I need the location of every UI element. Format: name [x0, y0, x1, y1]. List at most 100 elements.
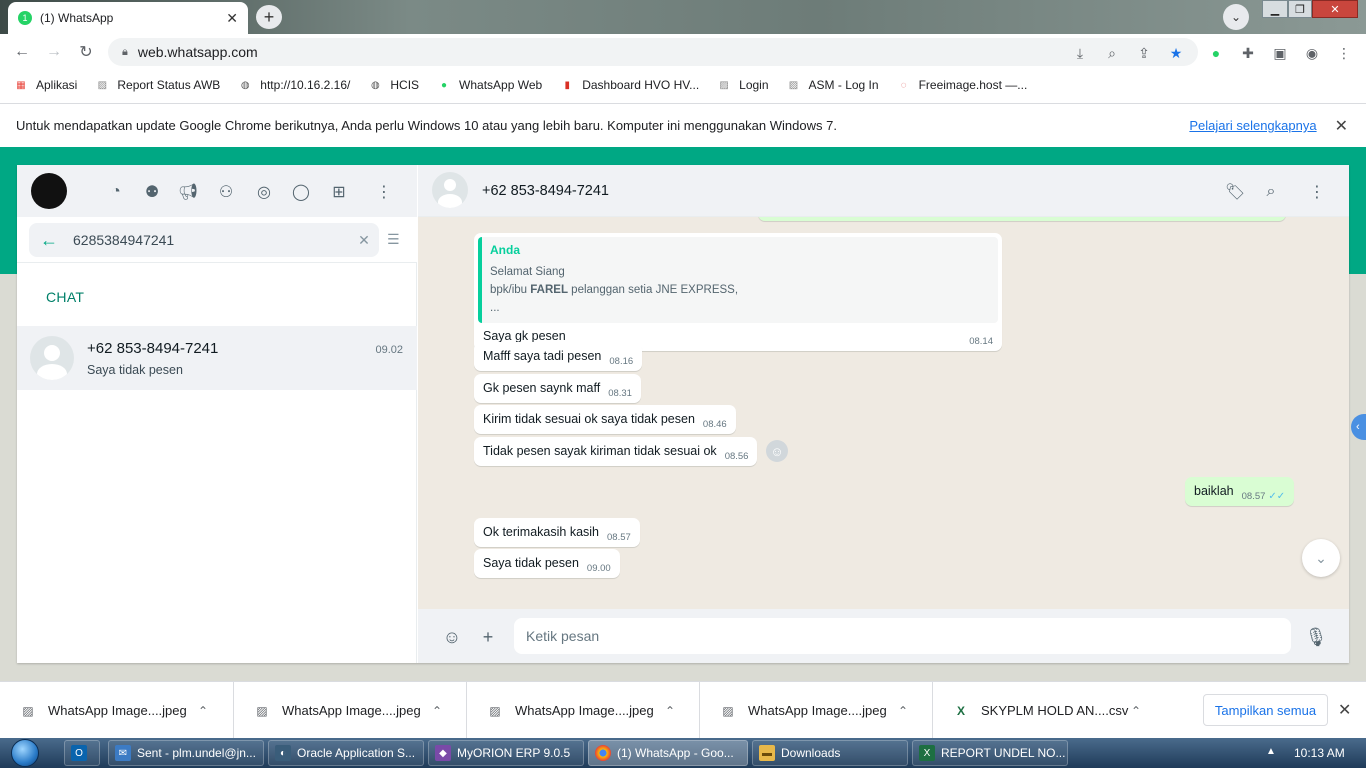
message-time: 08.31 [608, 388, 632, 399]
conversation-header[interactable]: +62 853-8494-7241 🏷︎ ⌕ ⋮ [418, 165, 1349, 217]
taskbar-oracle[interactable]: ◐ Oracle Application S... [268, 740, 424, 766]
download-options-chevron-icon[interactable]: ⌃ [198, 704, 208, 718]
clear-search-icon[interactable]: ✕ [349, 232, 379, 249]
message-bubble[interactable]: Mafff saya tadi pesen 08.16 [474, 342, 643, 371]
my-profile-avatar[interactable] [31, 173, 67, 209]
bookmark-dashboard-hvo[interactable]: ▮ Dashboard HVO HV... [560, 78, 699, 92]
back-arrow-icon[interactable]: ← [29, 230, 69, 251]
download-options-chevron-icon[interactable]: ⌃ [665, 704, 675, 718]
side-panel-toggle-icon[interactable]: ‹ [1351, 414, 1366, 440]
channels-icon[interactable]: ◎ [253, 181, 275, 203]
profile-avatar-icon[interactable]: ◉ [1302, 43, 1322, 63]
show-all-downloads-button[interactable]: Tampilkan semua [1203, 694, 1328, 726]
side-panel-icon[interactable]: ▣ [1270, 43, 1290, 63]
download-item[interactable]: ▨ WhatsApp Image....jpeg ⌃ [234, 682, 467, 739]
status-icon[interactable]: ◔ [105, 181, 127, 203]
download-options-chevron-icon[interactable]: ⌃ [1131, 704, 1141, 718]
search-value: 6285384947241 [73, 232, 175, 248]
tab-search-button[interactable]: ⌄ [1223, 4, 1249, 30]
extensions-puzzle-icon[interactable]: ✚ [1238, 43, 1258, 63]
back-button[interactable]: ← [12, 42, 32, 62]
bookmark-asm-login[interactable]: ▨ ASM - Log In [787, 78, 879, 92]
share-icon[interactable]: ⇪ [1134, 43, 1154, 63]
message-bubble[interactable]: Saya tidak pesen 09.00 [474, 549, 620, 578]
window-close-button[interactable]: ✕ [1312, 0, 1358, 18]
taskbar-excel-report[interactable]: X REPORT UNDEL NO... [912, 740, 1068, 766]
microphone-icon[interactable]: 🎙︎ [1304, 625, 1328, 649]
message-bubble-outgoing[interactable]: baiklah 08.57 ✓✓ [1185, 477, 1295, 506]
close-downloads-icon[interactable]: ✕ [1338, 700, 1351, 720]
taskbar-chrome-whatsapp[interactable]: (1) WhatsApp - Goo... [588, 740, 748, 766]
tray-expand-icon[interactable]: ▲ [1266, 746, 1276, 757]
message-bubble-quoted[interactable]: Anda Selamat Siang bpk/ibu FAREL pelangg… [474, 233, 1002, 351]
download-item[interactable]: ▨ WhatsApp Image....jpeg ⌃ [0, 682, 234, 739]
scroll-to-bottom-button[interactable]: ⌄ [1302, 539, 1340, 577]
browser-menu-icon[interactable]: ⋮ [1334, 43, 1354, 63]
add-contact-icon[interactable]: ⚉ [141, 181, 163, 203]
download-filename: WhatsApp Image....jpeg [515, 703, 654, 718]
excel-icon: X [919, 745, 935, 761]
search-icon[interactable]: ⌕ [1260, 181, 1282, 203]
download-options-chevron-icon[interactable]: ⌃ [432, 704, 442, 718]
chats-icon[interactable]: ◯ [290, 181, 312, 203]
system-clock[interactable]: 10:13 AM [1294, 746, 1345, 760]
forward-button[interactable]: → [44, 42, 64, 62]
menu-icon[interactable]: ⋮ [373, 181, 395, 203]
new-chat-icon[interactable]: ⊞ [328, 181, 350, 203]
conversation-contact-name[interactable]: +62 853-8494-7241 [482, 183, 609, 199]
image-file-icon: ▨ [22, 703, 34, 718]
download-item[interactable]: X SKYPLM HOLD AN....csv ⌃ [933, 682, 1166, 739]
label-tag-icon[interactable]: 🏷︎ [1224, 181, 1246, 203]
message-input[interactable] [514, 618, 1291, 654]
message-area[interactable]: Anda Selamat Siang bpk/ibu FAREL pelangg… [418, 217, 1349, 609]
bookmark-whatsapp-web[interactable]: ● WhatsApp Web [437, 78, 542, 92]
download-item[interactable]: ▨ WhatsApp Image....jpeg ⌃ [700, 682, 933, 739]
extension-whatsapp-icon[interactable]: ● [1206, 43, 1226, 63]
attach-plus-icon[interactable]: + [476, 625, 500, 649]
message-bubble[interactable]: Gk pesen saynk maff 08.31 [474, 374, 641, 403]
quoted-message[interactable]: Anda Selamat Siang bpk/ibu FAREL pelangg… [478, 237, 998, 323]
taskbar-myorion[interactable]: ◆ MyORION ERP 9.0.5 [428, 740, 584, 766]
tab-close-icon[interactable]: ✕ [226, 10, 238, 27]
download-filename: WhatsApp Image....jpeg [748, 703, 887, 718]
whatsapp-page: ◔ ⚉ 📢︎ ⚇ ◎ ◯ ⊞ ⋮ ← 6285384947241 ✕ ☰ CHA… [0, 147, 1366, 681]
filter-icon[interactable]: ☰ [387, 231, 400, 248]
install-app-icon[interactable]: ⤓ [1070, 43, 1090, 63]
emoji-icon[interactable]: ☺ [440, 625, 464, 649]
bookmark-ip[interactable]: ◍ http://10.16.2.16/ [238, 78, 350, 92]
orion-icon: ◆ [435, 745, 451, 761]
message-bubble[interactable]: Kirim tidak sesuai ok saya tidak pesen 08… [474, 405, 736, 434]
reload-button[interactable]: ↻ [76, 42, 96, 62]
chat-list-item[interactable]: +62 853-8494-7241 09.02 Saya tidak pesen [17, 326, 417, 390]
message-bubble[interactable]: Tidak pesen sayak kiriman tidak sesuai o… [474, 437, 758, 466]
react-emoji-icon[interactable]: ☺ [766, 440, 788, 462]
download-options-chevron-icon[interactable]: ⌃ [898, 704, 908, 718]
infobar-close-icon[interactable]: ✕ [1335, 116, 1348, 136]
address-bar[interactable]: 🔒︎ web.whatsapp.com [108, 38, 1198, 66]
message-bubble[interactable]: Ok terimakasih kasih 08.57 [474, 518, 640, 547]
bookmark-hcis[interactable]: ◍ HCIS [368, 78, 419, 92]
taskbar-sent-mail[interactable]: ✉ Sent - plm.undel@jn... [108, 740, 264, 766]
zoom-icon[interactable]: ⌕ [1102, 43, 1122, 63]
bookmark-aplikasi[interactable]: ▦ Aplikasi [14, 78, 77, 92]
start-button[interactable] [4, 738, 46, 768]
minimize-button[interactable]: ▁ [1262, 0, 1288, 18]
bookmark-star-icon[interactable]: ★ [1166, 43, 1186, 63]
conversation-menu-icon[interactable]: ⋮ [1306, 181, 1328, 203]
taskbar-outlook[interactable]: O [64, 740, 100, 766]
bookmark-report-status-awb[interactable]: ▨ Report Status AWB [95, 78, 221, 92]
communities-icon[interactable]: ⚇ [215, 181, 237, 203]
browser-tab-whatsapp[interactable]: 1 (1) WhatsApp ✕ [8, 2, 248, 34]
new-tab-button[interactable]: + [256, 5, 282, 29]
bookmark-login[interactable]: ▨ Login [717, 78, 768, 92]
taskbar-downloads-folder[interactable]: ▬ Downloads [752, 740, 908, 766]
maximize-button[interactable]: ❐ [1288, 0, 1312, 18]
search-input[interactable]: ← 6285384947241 ✕ [29, 223, 379, 257]
folder-icon: ▬ [759, 745, 775, 761]
conversation-panel: +62 853-8494-7241 🏷︎ ⌕ ⋮ Anda Selamat Si… [418, 165, 1349, 663]
bookmark-freeimage[interactable]: ◌ Freeimage.host —... [897, 78, 1028, 92]
download-item[interactable]: ▨ WhatsApp Image....jpeg ⌃ [467, 682, 700, 739]
infobar-learn-more-link[interactable]: Pelajari selengkapnya [1189, 118, 1316, 133]
broadcast-icon[interactable]: 📢︎ [177, 181, 199, 203]
contact-avatar[interactable] [432, 172, 468, 208]
